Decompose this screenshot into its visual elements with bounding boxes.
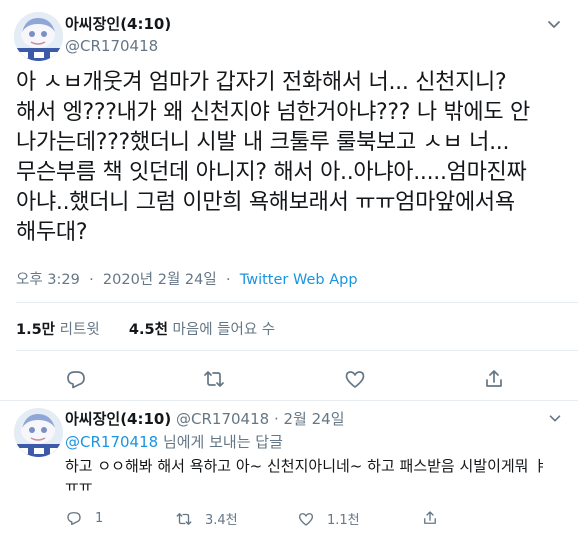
display-name[interactable]: 아씨장인(4:10) [65,14,171,34]
reply-retweet-count: 3.4천 [205,513,238,528]
share-icon [424,511,436,524]
divider [16,302,578,303]
tweet-text: 아 ㅅㅂ개웃겨 엄마가 갑자기 전화해서 너... 신천지니? 해서 엥???내… [16,68,572,248]
meta-separator: · [84,272,99,288]
reply-display-name[interactable]: 아씨장인(4:10) [65,410,171,428]
source-app-link[interactable]: Twitter Web App [240,272,358,288]
user-handle[interactable]: @CR170418 [65,36,171,56]
author-block[interactable]: 아씨장인(4:10) @CR170418 [65,14,171,56]
tweet-text-line: 나가는데???했더니 시발 내 크툴루 룰북보고 ㅅㅂ 너... [16,130,510,155]
tweet-meta: 오후 3:29 · 2020년 2월 24일 · Twitter Web App [16,268,358,289]
retweet-icon [176,512,192,525]
tweet-text-line: 무슨부름 책 잇던데 아니지? 해서 아..아냐아.....엄마진짜 [16,160,527,185]
reply-text-line: ㅠㅠ [65,477,93,495]
divider [16,350,578,351]
retweet-icon[interactable] [202,367,226,391]
chevron-down-icon[interactable] [546,409,564,427]
reply-date[interactable]: 2월 24일 [284,410,345,428]
chevron-down-icon[interactable] [544,14,564,34]
tweet-text-line: 해두대? [16,220,88,245]
retweet-action[interactable]: 3.4천 [175,509,238,528]
tweet-action-bar [0,364,578,394]
tweet-text-line: 아냐..했더니 그럼 이만희 욕해보래서 ㅠㅠ엄마앞에서욕 [16,190,515,215]
reply-like-count: 1.1천 [327,513,360,528]
reply-text: 하고 ㅇㅇ해봐 해서 욕하고 아~ 신천지아니네~ 하고 패스받음 시발이게뭐 … [65,456,570,496]
avatar-image [14,12,63,61]
tweet-text-line: 아 ㅅㅂ개웃겨 엄마가 갑자기 전화해서 너... 신천지니? [16,70,507,95]
reply-count: 1 [95,510,104,526]
share-icon[interactable] [482,367,506,391]
tweet-stats: 1.5만 리트윗 4.5천 마음에 들어요 수 [16,318,275,339]
tweet-time[interactable]: 오후 3:29 [16,272,80,288]
reply-text-line: 하고 ㅇㅇ해봐 해서 욕하고 아~ 신천지아니네~ 하고 패스받음 시발이게뭐 … [65,457,548,475]
meta-separator: · [221,272,236,288]
reply-tweet[interactable]: 아씨장인(4:10) @CR170418 · 2월 24일 @CR170418 … [0,405,578,536]
reply-handle[interactable]: @CR170418 [176,410,269,428]
meta-separator: · [269,410,284,428]
reply-icon[interactable] [64,367,88,391]
like-stat[interactable]: 4.5천 마음에 들어요 수 [129,322,275,338]
like-count: 4.5천 [128,322,168,338]
reply-action-bar: 1 3.4천 1.1천 [65,509,575,531]
retweet-label: 리트윗 [59,322,100,338]
share-action[interactable] [421,509,451,527]
like-label: 마음에 들어요 수 [172,322,276,338]
divider [0,400,578,401]
like-icon[interactable] [343,367,367,391]
replying-to: @CR170418 님에게 보내는 답글 [65,432,283,452]
avatar[interactable] [14,408,63,457]
like-icon [298,512,314,526]
reply-header: 아씨장인(4:10) @CR170418 · 2월 24일 [65,409,345,429]
avatar-image [14,408,63,457]
replying-to-mention[interactable]: @CR170418 [65,433,158,451]
tweet-date[interactable]: 2020년 2월 24일 [103,272,217,288]
reply-icon [67,512,81,526]
tweet-header: 아씨장인(4:10) @CR170418 [0,0,578,62]
replying-to-suffix: 님에게 보내는 답글 [158,433,283,451]
tweet-text-line: 해서 엥???내가 왜 신천지야 넘한거아냐??? 나 밖에도 안 [16,100,530,125]
avatar[interactable] [14,12,63,61]
reply-action[interactable]: 1 [65,509,103,527]
retweet-count: 1.5만 [16,322,56,338]
retweet-stat[interactable]: 1.5만 리트윗 [16,322,104,338]
like-action[interactable]: 1.1천 [297,509,360,528]
